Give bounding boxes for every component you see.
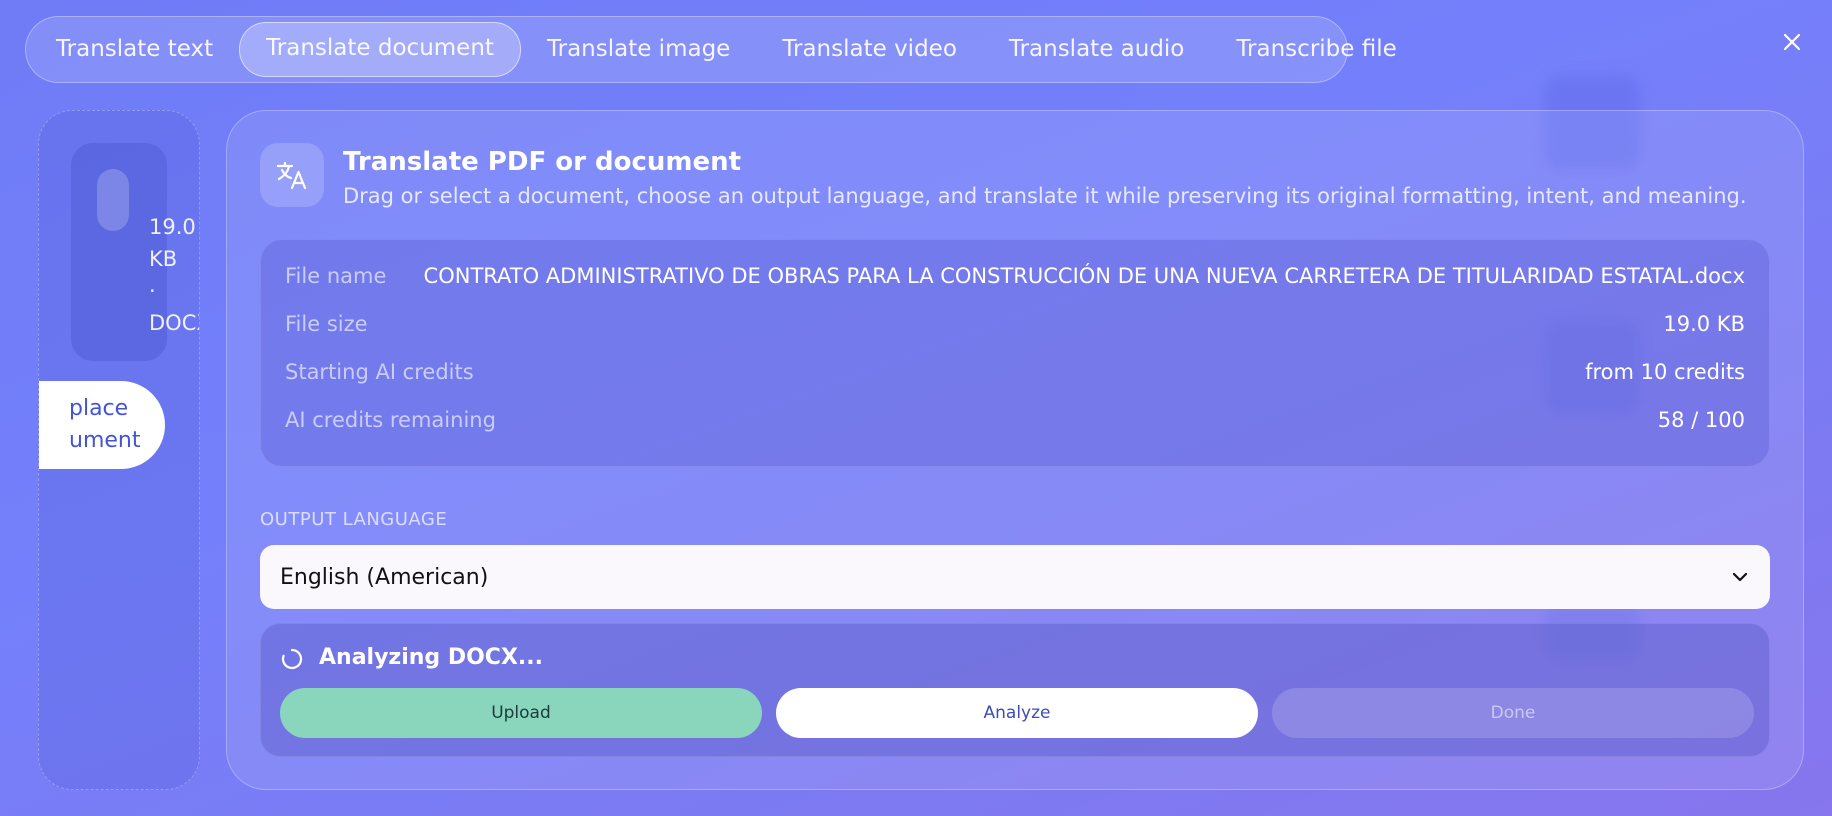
step-analyze[interactable]: Analyze (776, 688, 1258, 738)
panel-subtitle: Drag or select a document, choose an out… (343, 184, 1747, 208)
file-name-value: CONTRATO ADMINISTRATIVO DE OBRAS PARA LA… (423, 264, 1745, 288)
document-thumbnail-icon (97, 169, 129, 231)
tab-transcribe-file[interactable]: Transcribe file (1210, 23, 1422, 76)
translate-icon-tile (260, 143, 324, 207)
file-name-label: File name (285, 264, 387, 288)
starting-credits-label: Starting AI credits (285, 360, 474, 384)
analysis-status-card: Analyzing DOCX... Upload Analyze Done (260, 623, 1770, 757)
credits-remaining-label: AI credits remaining (285, 408, 496, 432)
step-upload[interactable]: Upload (280, 688, 762, 738)
file-size-value: 19.0 KB (1663, 312, 1745, 336)
info-row-file-size: File size 19.0 KB (285, 300, 1745, 348)
thumbnail-file-size: 19.0 KB · DOCX (149, 215, 199, 335)
panel-title: Translate PDF or document (343, 147, 742, 177)
replace-document-button[interactable]: place ument (39, 381, 165, 469)
tab-translate-document[interactable]: Translate document (239, 22, 521, 77)
tab-translate-audio[interactable]: Translate audio (983, 23, 1210, 76)
step-done[interactable]: Done (1272, 688, 1754, 738)
chevron-down-icon (1732, 572, 1748, 582)
credits-remaining-value: 58 / 100 (1657, 408, 1745, 432)
translate-document-panel: Translate PDF or document Drag or select… (226, 110, 1804, 790)
close-button[interactable] (1776, 26, 1808, 58)
info-row-starting-credits: Starting AI credits from 10 credits (285, 348, 1745, 396)
progress-steps: Upload Analyze Done (280, 688, 1754, 738)
tab-translate-text[interactable]: Translate text (30, 23, 239, 76)
file-size-label: File size (285, 312, 368, 336)
output-language-label: OUTPUT LANGUAGE (260, 509, 448, 530)
tab-translate-image[interactable]: Translate image (521, 23, 756, 76)
info-row-file-name: File name CONTRATO ADMINISTRATIVO DE OBR… (285, 252, 1745, 300)
output-language-select[interactable]: English (American) (260, 545, 1770, 609)
tab-bar: Translate text Translate document Transl… (25, 16, 1397, 83)
document-dropzone[interactable]: 19.0 KB · DOCX place ument (38, 110, 200, 790)
tab-translate-video[interactable]: Translate video (756, 23, 983, 76)
status-text: Analyzing DOCX... (319, 645, 543, 670)
close-icon (1783, 33, 1801, 51)
file-info-card: File name CONTRATO ADMINISTRATIVO DE OBR… (260, 239, 1770, 467)
translate-icon (276, 161, 307, 190)
starting-credits-value: from 10 credits (1585, 360, 1745, 384)
output-language-value: English (American) (280, 564, 489, 590)
info-row-credits-remaining: AI credits remaining 58 / 100 (285, 396, 1745, 444)
spinner-icon (281, 648, 303, 670)
